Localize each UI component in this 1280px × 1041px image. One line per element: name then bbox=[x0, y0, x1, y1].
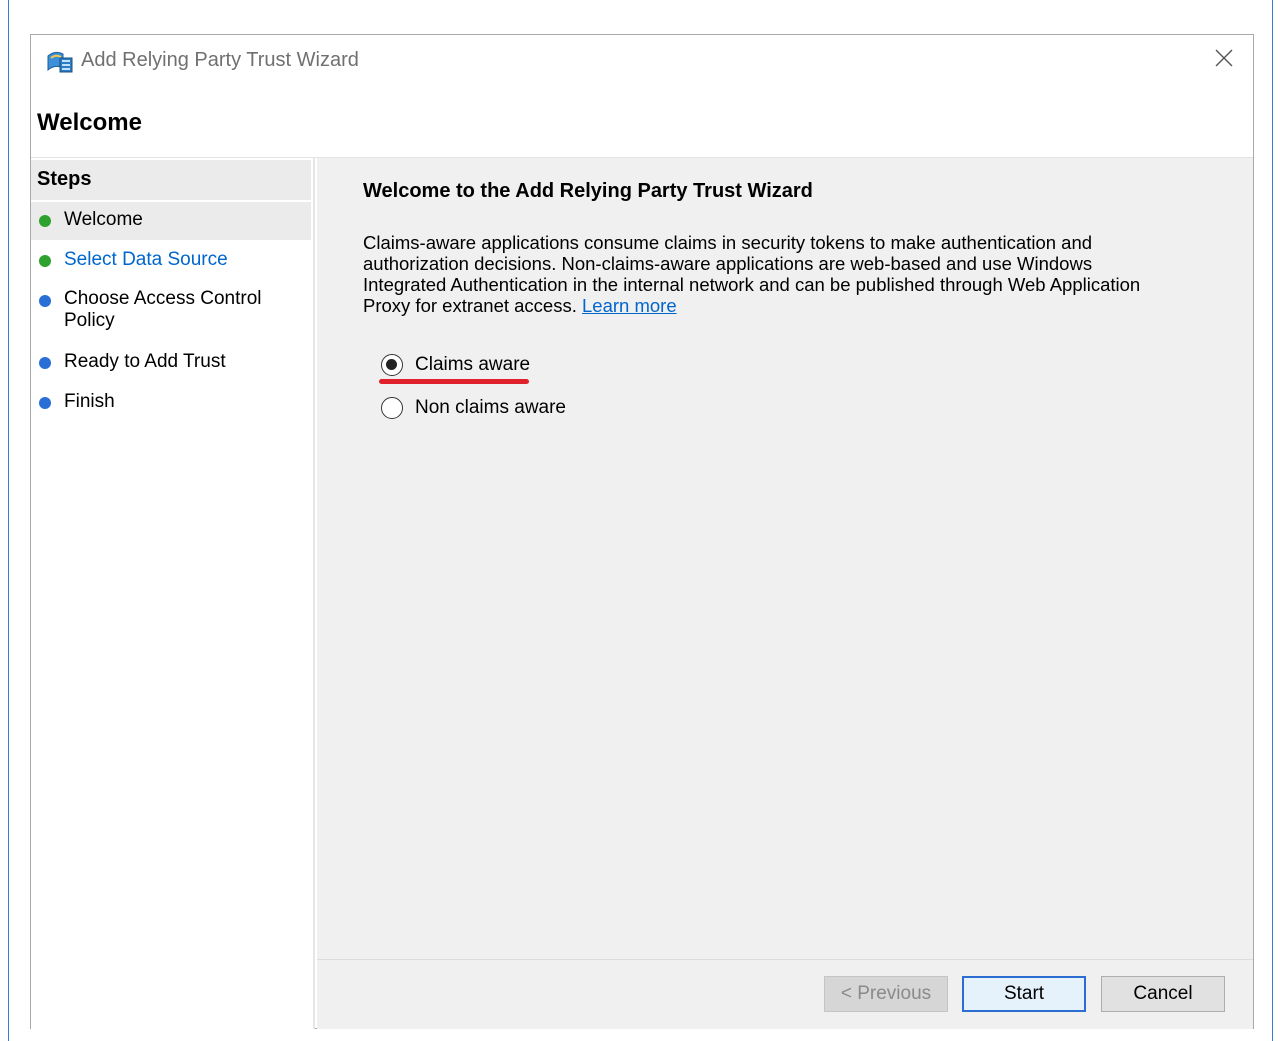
step-choose-access-control-policy[interactable]: Choose Access Control Policy bbox=[31, 282, 311, 338]
step-label: Ready to Add Trust bbox=[64, 351, 226, 372]
step-select-data-source[interactable]: Select Data Source bbox=[31, 242, 311, 280]
non-claims-aware-radio[interactable] bbox=[381, 397, 403, 419]
step-status-dot-icon bbox=[39, 295, 51, 307]
non-claims-aware-option[interactable]: Non claims aware bbox=[381, 395, 566, 421]
main-title: Welcome to the Add Relying Party Trust W… bbox=[363, 180, 813, 202]
step-welcome[interactable]: Welcome bbox=[31, 202, 311, 240]
step-label: Welcome bbox=[64, 209, 143, 230]
step-status-dot-icon bbox=[39, 397, 51, 409]
title-bar: Add Relying Party Trust Wizard bbox=[31, 35, 1253, 87]
step-label-line-2: Policy bbox=[64, 310, 115, 331]
learn-more-link[interactable]: Learn more bbox=[582, 295, 677, 316]
wizard-window: Add Relying Party Trust Wizard Welcome S… bbox=[30, 34, 1254, 1029]
step-label-line-1: Choose Access Control bbox=[64, 288, 262, 309]
description: Claims-aware applications consume claims… bbox=[363, 232, 1173, 316]
background-edge-line-left bbox=[8, 0, 9, 1041]
radio-label: Non claims aware bbox=[415, 397, 566, 418]
start-button[interactable]: Start bbox=[962, 976, 1086, 1012]
button-bar: < Previous Start Cancel bbox=[317, 959, 1253, 1029]
claims-aware-radio[interactable] bbox=[381, 354, 403, 376]
step-finish[interactable]: Finish bbox=[31, 384, 311, 422]
claims-aware-option[interactable]: Claims aware bbox=[381, 352, 530, 378]
step-label: Finish bbox=[64, 391, 115, 412]
steps-pane: Steps Welcome Select Data Source Choose … bbox=[31, 158, 315, 1029]
step-ready-to-add-trust[interactable]: Ready to Add Trust bbox=[31, 344, 311, 382]
close-button[interactable] bbox=[1209, 45, 1239, 75]
step-status-dot-icon bbox=[39, 357, 51, 369]
previous-button[interactable]: < Previous bbox=[824, 976, 948, 1012]
description-text: Claims-aware applications consume claims… bbox=[363, 232, 1141, 316]
step-label: Select Data Source bbox=[64, 249, 228, 270]
highlight-underline bbox=[379, 379, 529, 384]
page-heading: Welcome bbox=[37, 109, 142, 136]
main-pane: Welcome to the Add Relying Party Trust W… bbox=[317, 158, 1253, 1029]
radio-label: Claims aware bbox=[415, 354, 531, 375]
close-icon bbox=[1214, 48, 1234, 73]
steps-header: Steps bbox=[31, 160, 311, 200]
step-status-dot-icon bbox=[39, 255, 51, 267]
step-status-dot-icon bbox=[39, 215, 51, 227]
step-label: Choose Access Control Policy bbox=[64, 288, 262, 332]
cancel-button[interactable]: Cancel bbox=[1101, 976, 1225, 1012]
window-title: Add Relying Party Trust Wizard bbox=[81, 49, 359, 71]
background-edge-line-right bbox=[1272, 0, 1273, 1041]
relying-party-trust-icon bbox=[45, 48, 75, 76]
wizard-content: Steps Welcome Select Data Source Choose … bbox=[31, 157, 1253, 1029]
